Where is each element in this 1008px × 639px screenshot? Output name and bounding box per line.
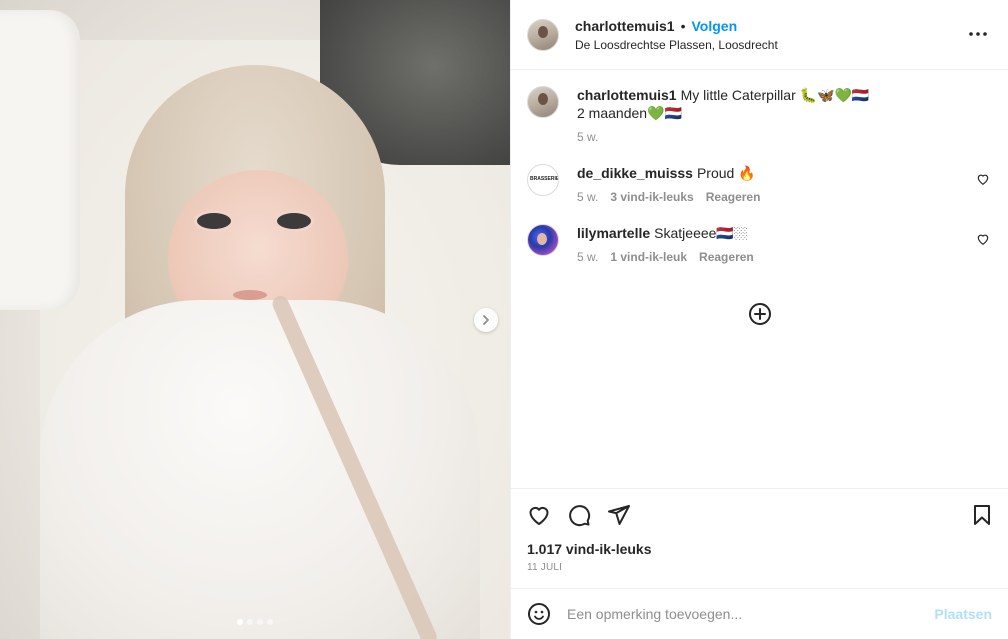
avatar[interactable] <box>527 164 559 196</box>
comment-meta: 5 w. 3 vind-ik-leuks Reageren <box>577 190 992 204</box>
header-text: charlottemuis1 • Volgen De Loosdrechtse … <box>575 18 778 52</box>
post-comment-button[interactable]: Plaatsen <box>934 606 992 622</box>
comment-input[interactable] <box>567 606 935 622</box>
comments-section: charlottemuis1 My little Caterpillar 🐛🦋💚🇳… <box>511 70 1008 488</box>
avatar[interactable] <box>527 18 559 51</box>
add-comment-bar: Plaatsen <box>511 588 1008 639</box>
post-modal: charlottemuis1 • Volgen De Loosdrechtse … <box>0 0 1008 639</box>
chevron-right-icon <box>483 315 489 325</box>
post-date[interactable]: 11 JULI <box>527 562 992 573</box>
post-actions: 1.017 vind-ik-leuks 11 JULI <box>511 488 1008 588</box>
likes-count[interactable]: 1.017 vind-ik-leuks <box>527 541 992 557</box>
heart-icon[interactable] <box>976 232 990 246</box>
comment-item: lilymartelle Skatjeeee🇳🇱🏼 5 w. 1 vind-ik-… <box>527 224 992 264</box>
caption-meta: 5 w. <box>577 130 992 144</box>
comment-likes[interactable]: 3 vind-ik-leuks <box>610 190 693 204</box>
post-media[interactable] <box>0 0 510 639</box>
comment-text-line: de_dikke_muisss Proud 🔥 <box>577 164 992 182</box>
add-circle-icon[interactable] <box>748 302 772 326</box>
avatar[interactable] <box>527 224 559 256</box>
heart-icon[interactable] <box>527 503 551 527</box>
carousel-next-button[interactable] <box>474 308 498 332</box>
comment-text-line: lilymartelle Skatjeeee🇳🇱🏼 <box>577 224 992 242</box>
share-icon[interactable] <box>607 503 631 527</box>
carousel-dot <box>257 619 263 625</box>
author-username[interactable]: charlottemuis1 <box>575 18 675 34</box>
caption: charlottemuis1 My little Caterpillar 🐛🦋💚🇳… <box>527 86 992 144</box>
comment-body: lilymartelle Skatjeeee🇳🇱🏼 5 w. 1 vind-ik-… <box>577 224 992 264</box>
comment-username[interactable]: lilymartelle <box>577 225 650 241</box>
carousel-dot <box>247 619 253 625</box>
caption-body: charlottemuis1 My little Caterpillar 🐛🦋💚🇳… <box>577 86 992 144</box>
caption-text-line-2: 2 maanden💚🇳🇱 <box>577 105 682 121</box>
carousel-dot <box>237 619 243 625</box>
caption-time[interactable]: 5 w. <box>577 130 598 144</box>
comment-time[interactable]: 5 w. <box>577 250 598 264</box>
comment-body: de_dikke_muisss Proud 🔥 5 w. 3 vind-ik-le… <box>577 164 992 204</box>
caption-text-line: charlottemuis1 My little Caterpillar 🐛🦋💚🇳… <box>577 86 992 104</box>
location-link[interactable]: De Loosdrechtse Plassen, Loosdrecht <box>575 38 778 52</box>
comment-text: Proud 🔥 <box>696 165 756 181</box>
caption-username[interactable]: charlottemuis1 <box>577 87 677 103</box>
emoji-icon[interactable] <box>527 602 551 626</box>
photo-mouth <box>233 290 267 300</box>
caption-text: My little Caterpillar 🐛🦋💚🇳🇱 <box>680 87 870 103</box>
comment-time[interactable]: 5 w. <box>577 190 598 204</box>
more-options-button[interactable] <box>966 24 990 44</box>
comment-icon[interactable] <box>567 503 591 527</box>
bookmark-icon[interactable] <box>970 503 994 527</box>
photo-eye <box>277 213 311 229</box>
bullet-separator: • <box>680 17 686 34</box>
carousel-dot <box>267 619 273 625</box>
comment-item: de_dikke_muisssProud 🔥 5 w. 3 vind-ik-le… <box>527 164 992 204</box>
comment-text: Skatjeeee🇳🇱🏼 <box>654 225 748 241</box>
photo-blanket <box>0 10 80 310</box>
heart-icon[interactable] <box>976 172 990 186</box>
post-sidebar: charlottemuis1 • Volgen De Loosdrechtse … <box>510 0 1008 639</box>
header-row: charlottemuis1 • Volgen <box>575 18 778 34</box>
photo-eye <box>197 213 231 229</box>
action-icons <box>527 497 992 533</box>
post-header: charlottemuis1 • Volgen De Loosdrechtse … <box>511 0 1008 70</box>
carousel-dots <box>0 619 510 625</box>
comment-likes[interactable]: 1 vind-ik-leuk <box>610 250 687 264</box>
avatar[interactable] <box>527 86 559 118</box>
follow-button[interactable]: Volgen <box>692 18 738 34</box>
more-icon <box>969 32 987 36</box>
comment-username[interactable]: de_dikke_muisss <box>577 165 693 181</box>
reply-button[interactable]: Reageren <box>699 250 754 264</box>
reply-button[interactable]: Reageren <box>706 190 761 204</box>
comment-meta: 5 w. 1 vind-ik-leuk Reageren <box>577 250 992 264</box>
